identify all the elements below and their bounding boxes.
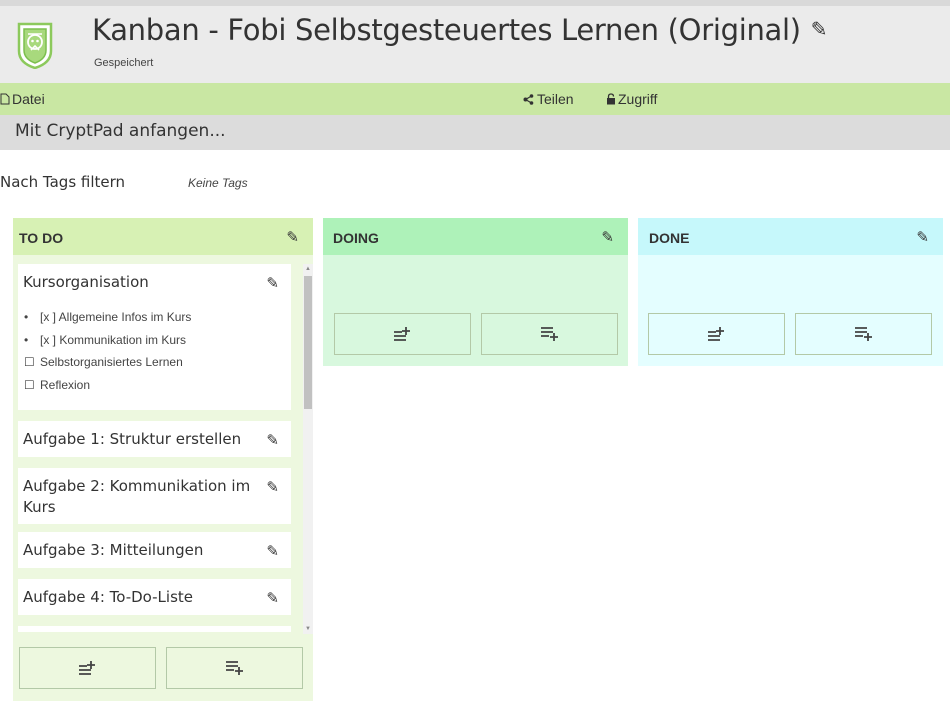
add-card-bottom-button[interactable] bbox=[795, 313, 932, 355]
kanban-card[interactable]: Kursorganisation ✎ • [x ] Allgemeine Info… bbox=[18, 264, 291, 410]
add-item-top-icon bbox=[393, 327, 410, 341]
header-bar: Kanban - Fobi Selbstgesteuertes Lernen (… bbox=[0, 6, 950, 83]
add-item-bottom-icon bbox=[225, 661, 243, 675]
tag-filter-empty: Keine Tags bbox=[188, 176, 248, 190]
document-title[interactable]: Kanban - Fobi Selbstgesteuertes Lernen (… bbox=[92, 13, 828, 47]
kanban-card-partial[interactable] bbox=[18, 626, 291, 632]
add-card-top-button[interactable] bbox=[19, 647, 156, 689]
edit-card-pencil-icon[interactable]: ✎ bbox=[266, 589, 279, 607]
column-title-todo: TO DO bbox=[19, 230, 64, 246]
todo-scrollbar[interactable]: ▲ ▼ bbox=[303, 264, 313, 634]
edit-card-pencil-icon[interactable]: ✎ bbox=[266, 274, 279, 292]
board-column-done: DONE ✎ bbox=[638, 218, 943, 366]
card-body: • [x ] Allgemeine Infos im Kurs • [x ] Kom… bbox=[24, 306, 191, 396]
add-item-top-icon bbox=[78, 661, 95, 675]
file-menu-button[interactable]: Datei bbox=[0, 91, 45, 107]
scroll-down-arrow-icon[interactable]: ▼ bbox=[305, 626, 311, 632]
tag-filter: Nach Tags filtern Keine Tags bbox=[0, 150, 950, 218]
scroll-up-arrow-icon[interactable]: ▲ bbox=[305, 266, 311, 272]
kanban-card[interactable]: Aufgabe 2: Kommunikation im Kurs ✎ bbox=[18, 468, 291, 524]
edit-column-pencil-icon[interactable]: ✎ bbox=[601, 228, 614, 246]
todo-item-list: Kursorganisation ✎ • [x ] Allgemeine Info… bbox=[18, 264, 298, 632]
document-title-text: Kanban - Fobi Selbstgesteuertes Lernen (… bbox=[92, 13, 801, 47]
getting-started-banner[interactable]: Mit CryptPad anfangen... bbox=[0, 115, 950, 150]
share-button[interactable]: Teilen bbox=[523, 91, 574, 107]
add-item-bottom-icon bbox=[540, 327, 558, 341]
column-header-done[interactable]: DONE ✎ bbox=[638, 218, 943, 255]
add-card-bottom-button[interactable] bbox=[166, 647, 303, 689]
file-icon bbox=[0, 93, 10, 105]
add-card-bottom-button[interactable] bbox=[481, 313, 618, 355]
card-title: Aufgabe 1: Struktur erstellen bbox=[23, 430, 242, 448]
column-title-doing: DOING bbox=[333, 230, 379, 246]
card-title: Aufgabe 2: Kommunikation im Kurs bbox=[23, 477, 251, 516]
tag-filter-label: Nach Tags filtern bbox=[0, 173, 126, 191]
access-label: Zugriff bbox=[618, 91, 658, 107]
edit-card-pencil-icon[interactable]: ✎ bbox=[266, 542, 279, 560]
column-header-doing[interactable]: DOING ✎ bbox=[323, 218, 628, 255]
kanban-card[interactable]: Aufgabe 3: Mitteilungen ✎ bbox=[18, 532, 291, 568]
save-status: Gespeichert bbox=[94, 57, 154, 69]
toolbar: Datei Teilen Zugriff bbox=[0, 83, 950, 115]
edit-card-pencil-icon[interactable]: ✎ bbox=[266, 478, 279, 496]
board-column-doing: DOING ✎ bbox=[323, 218, 628, 366]
card-body-line: ☐ Selbstorganisiertes Lernen bbox=[24, 355, 183, 369]
column-header-todo[interactable]: TO DO ✎ bbox=[13, 218, 313, 255]
share-icon bbox=[523, 94, 534, 105]
add-item-bottom-icon bbox=[854, 327, 872, 341]
lock-icon bbox=[607, 93, 615, 105]
edit-card-pencil-icon[interactable]: ✎ bbox=[266, 431, 279, 449]
card-title: Aufgabe 4: To-Do-Liste bbox=[23, 588, 193, 606]
board-column-todo: TO DO ✎ Kursorganisation ✎ • [x ] Allgeme… bbox=[13, 218, 313, 701]
scroll-thumb[interactable] bbox=[304, 276, 312, 409]
card-title: Kursorganisation bbox=[23, 273, 149, 291]
card-body-line: ☐ Reflexion bbox=[24, 377, 91, 392]
share-label: Teilen bbox=[537, 91, 574, 107]
card-title: Aufgabe 3: Mitteilungen bbox=[23, 541, 204, 559]
kanban-card[interactable]: Aufgabe 1: Struktur erstellen ✎ bbox=[18, 421, 291, 457]
kanban-card[interactable]: Aufgabe 4: To-Do-Liste ✎ bbox=[18, 579, 291, 615]
cryptpad-kanban-logo-icon bbox=[17, 21, 53, 70]
add-card-top-button[interactable] bbox=[334, 313, 471, 355]
access-button[interactable]: Zugriff bbox=[606, 91, 657, 107]
file-menu-label: Datei bbox=[12, 91, 45, 107]
edit-column-pencil-icon[interactable]: ✎ bbox=[916, 228, 929, 246]
card-body-line: • [x ] Kommunikation im Kurs bbox=[24, 332, 187, 347]
add-card-top-button[interactable] bbox=[648, 313, 785, 355]
column-title-done: DONE bbox=[649, 230, 690, 246]
card-body-line: • [x ] Allgemeine Infos im Kurs bbox=[24, 310, 192, 324]
edit-column-pencil-icon[interactable]: ✎ bbox=[286, 228, 299, 246]
add-item-top-icon bbox=[707, 327, 724, 341]
rename-pencil-icon[interactable]: ✎ bbox=[811, 17, 828, 41]
